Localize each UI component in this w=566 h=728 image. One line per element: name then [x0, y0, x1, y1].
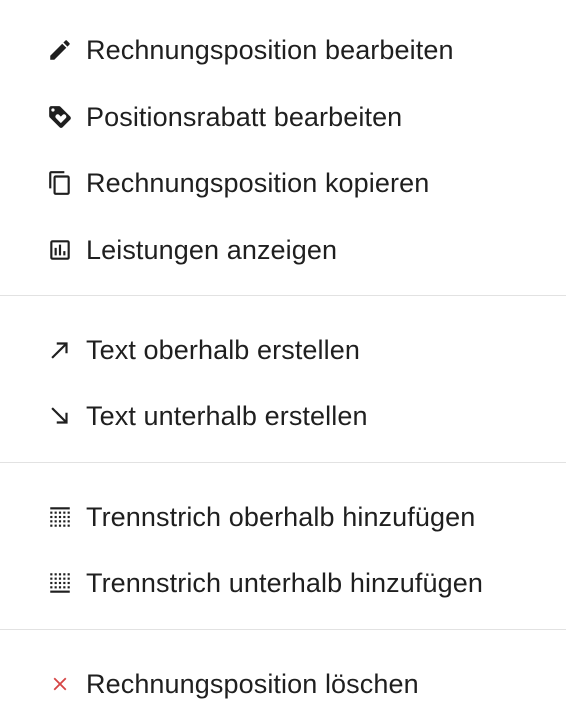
- menu-item-text-below[interactable]: Text unterhalb erstellen: [0, 386, 566, 446]
- tag-icon: [46, 103, 74, 131]
- menu-item-label: Trennstrich unterhalb hinzufügen: [86, 567, 483, 598]
- border-bottom-icon: [46, 569, 74, 597]
- arrow-up-right-icon: [46, 336, 74, 364]
- menu-item-separator-above[interactable]: Trennstrich oberhalb hinzufügen: [0, 487, 566, 547]
- menu-item-copy-position[interactable]: Rechnungsposition kopieren: [0, 153, 566, 213]
- menu-item-label: Rechnungsposition bearbeiten: [86, 34, 454, 65]
- context-menu: Rechnungsposition bearbeiten Positionsra…: [0, 0, 566, 728]
- menu-item-label: Trennstrich oberhalb hinzufügen: [86, 501, 476, 532]
- menu-item-show-services[interactable]: Leistungen anzeigen: [0, 220, 566, 280]
- bar-chart-icon: [46, 236, 74, 264]
- copy-icon: [46, 169, 74, 197]
- arrow-down-right-icon: [46, 402, 74, 430]
- menu-item-label: Positionsrabatt bearbeiten: [86, 101, 403, 132]
- close-icon: [46, 670, 74, 698]
- pencil-icon: [46, 36, 74, 64]
- menu-item-edit-discount[interactable]: Positionsrabatt bearbeiten: [0, 87, 566, 147]
- menu-item-label: Text unterhalb erstellen: [86, 400, 368, 431]
- menu-item-separator-below[interactable]: Trennstrich unterhalb hinzufügen: [0, 553, 566, 613]
- menu-divider: [0, 462, 566, 463]
- menu-item-delete-position[interactable]: Rechnungsposition löschen: [0, 654, 566, 714]
- menu-divider: [0, 629, 566, 630]
- menu-item-label: Leistungen anzeigen: [86, 234, 338, 265]
- menu-divider: [0, 295, 566, 296]
- menu-item-edit-position[interactable]: Rechnungsposition bearbeiten: [0, 20, 566, 80]
- border-top-icon: [46, 503, 74, 531]
- menu-item-label: Text oberhalb erstellen: [86, 334, 360, 365]
- menu-item-label: Rechnungsposition löschen: [86, 668, 419, 699]
- menu-item-label: Rechnungsposition kopieren: [86, 167, 430, 198]
- menu-item-text-above[interactable]: Text oberhalb erstellen: [0, 320, 566, 380]
